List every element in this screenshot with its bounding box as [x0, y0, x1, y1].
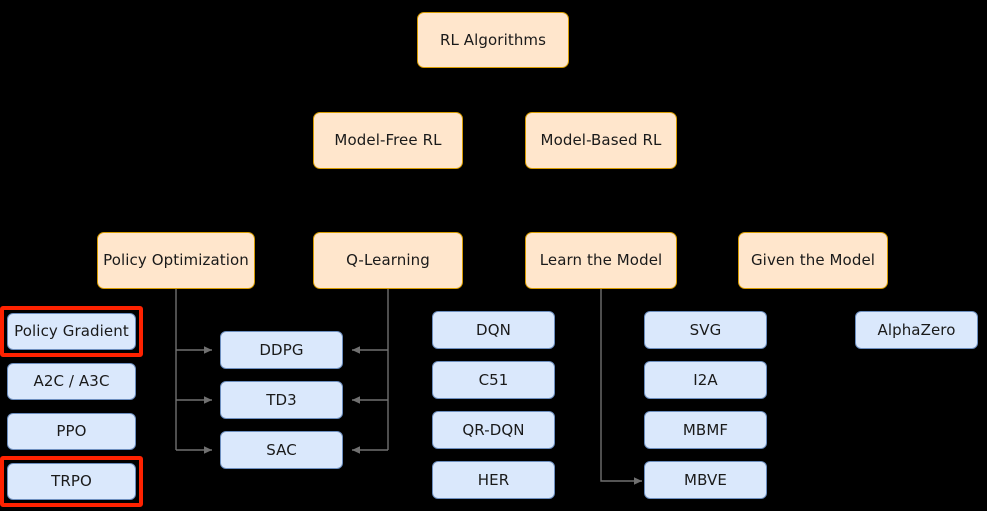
node-label: MBMF [682, 420, 729, 439]
node-label: SAC [266, 440, 297, 459]
node-label: DQN [476, 320, 511, 339]
node-label: Policy Gradient [14, 322, 129, 341]
node-label: I2A [693, 370, 718, 389]
node-alphazero[interactable]: AlphaZero [855, 311, 978, 349]
node-ppo[interactable]: PPO [7, 413, 136, 450]
node-svg[interactable]: SVG [644, 311, 767, 349]
edge-ltm-mbve [600, 289, 642, 485]
node-label: HER [477, 470, 510, 489]
node-label: Learn the Model [539, 251, 663, 270]
node-ddpg[interactable]: DDPG [220, 331, 343, 369]
node-model-free-rl[interactable]: Model-Free RL [313, 112, 463, 169]
node-a2c-a3c[interactable]: A2C / A3C [7, 363, 136, 400]
node-label: A2C / A3C [33, 372, 110, 391]
node-rl-algorithms[interactable]: RL Algorithms [417, 12, 569, 68]
node-label: RL Algorithms [439, 30, 547, 49]
node-label: DDPG [259, 340, 304, 359]
node-label: TD3 [266, 390, 297, 409]
node-sac[interactable]: SAC [220, 431, 343, 469]
node-c51[interactable]: C51 [432, 361, 555, 399]
node-model-based-rl[interactable]: Model-Based RL [525, 112, 677, 169]
node-td3[interactable]: TD3 [220, 381, 343, 419]
node-given-the-model[interactable]: Given the Model [738, 232, 888, 289]
node-her[interactable]: HER [432, 461, 555, 499]
node-q-learning[interactable]: Q-Learning [313, 232, 463, 289]
node-policy-optimization[interactable]: Policy Optimization [97, 232, 255, 289]
node-label: Model-Based RL [540, 131, 662, 150]
node-label: QR-DQN [462, 420, 525, 439]
node-dqn[interactable]: DQN [432, 311, 555, 349]
node-label: AlphaZero [877, 320, 956, 339]
node-label: TRPO [51, 472, 92, 491]
node-label: Q-Learning [346, 251, 430, 270]
node-qr-dqn[interactable]: QR-DQN [432, 411, 555, 449]
node-i2a[interactable]: I2A [644, 361, 767, 399]
node-label: Given the Model [750, 251, 876, 270]
node-label: PPO [56, 422, 87, 441]
diagram-canvas: RL Algorithms Model-Free RL Model-Based … [0, 0, 987, 511]
node-mbmf[interactable]: MBMF [644, 411, 767, 449]
node-trpo[interactable]: TRPO [7, 463, 136, 500]
node-label: MBVE [684, 470, 727, 489]
node-label: Model-Free RL [334, 131, 442, 150]
node-learn-the-model[interactable]: Learn the Model [525, 232, 677, 289]
node-label: Policy Optimization [103, 251, 249, 270]
node-label: SVG [689, 320, 722, 339]
node-policy-gradient[interactable]: Policy Gradient [7, 313, 136, 350]
node-label: C51 [478, 370, 509, 389]
node-mbve[interactable]: MBVE [644, 461, 767, 499]
